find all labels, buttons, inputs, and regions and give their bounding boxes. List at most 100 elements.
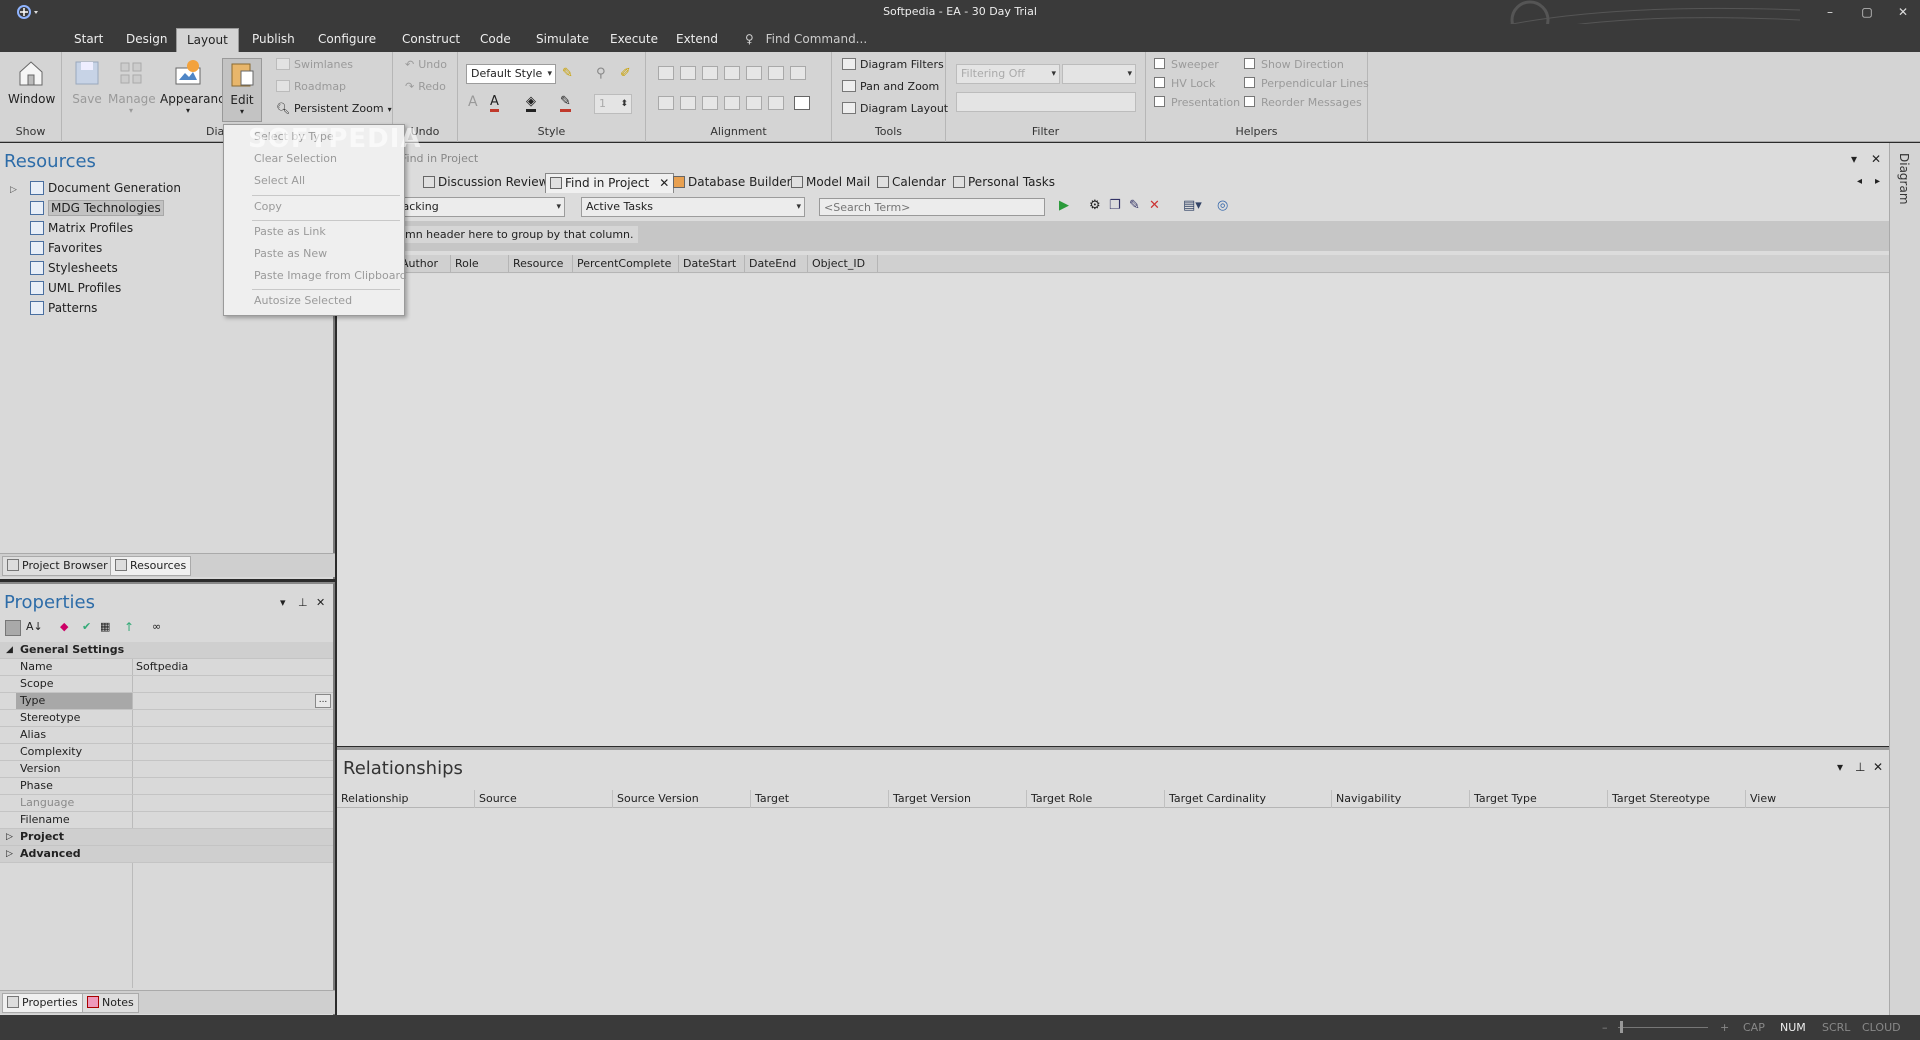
copy-icon[interactable]: ❐ bbox=[1109, 198, 1121, 213]
column-resource[interactable]: Resource bbox=[509, 255, 573, 273]
column-percent-complete[interactable]: PercentComplete bbox=[573, 255, 679, 273]
zoom-in-button[interactable]: + bbox=[1720, 1021, 1729, 1034]
tree-item-matrix-profiles[interactable]: Matrix Profiles bbox=[10, 219, 133, 237]
font-color-icon[interactable]: A bbox=[468, 94, 478, 110]
align-bottom-icon[interactable] bbox=[768, 66, 784, 80]
pin-icon[interactable]: ⊥ bbox=[1855, 760, 1865, 774]
tab-code[interactable]: Code bbox=[470, 28, 521, 52]
align-center-icon[interactable] bbox=[680, 66, 696, 80]
hv-lock-checkbox[interactable]: HV Lock bbox=[1154, 77, 1215, 95]
link-icon[interactable]: ∞ bbox=[152, 620, 168, 636]
ellipsis-button[interactable]: ... bbox=[315, 694, 331, 708]
menu-item-copy[interactable]: Copy bbox=[254, 197, 282, 217]
property-type[interactable]: Type... bbox=[0, 693, 333, 710]
find-command[interactable]: ♀ Find Command... bbox=[745, 28, 867, 50]
column-view[interactable]: View bbox=[1746, 790, 1846, 808]
menu-item-paste-as-new[interactable]: Paste as New bbox=[254, 244, 327, 264]
undo-button[interactable]: ↶ Undo bbox=[405, 58, 447, 76]
manage-button[interactable]: Manage ▾ bbox=[108, 58, 156, 115]
expand-icon[interactable]: ▷ bbox=[10, 181, 20, 199]
tab-layout[interactable]: Layout bbox=[176, 28, 239, 52]
run-search-icon[interactable]: ▶ bbox=[1059, 198, 1069, 213]
tab-execute[interactable]: Execute bbox=[600, 28, 668, 52]
categorized-icon[interactable] bbox=[5, 620, 21, 636]
help-icon[interactable]: ◎ bbox=[1217, 198, 1228, 213]
line-color-icon[interactable]: ✎ bbox=[560, 94, 571, 112]
same-height-icon[interactable] bbox=[724, 96, 740, 110]
column-target-stereotype[interactable]: Target Stereotype bbox=[1608, 790, 1746, 808]
tag-icon[interactable]: ◆ bbox=[60, 620, 76, 636]
property-filename[interactable]: Filename bbox=[0, 812, 333, 829]
distribute-icon[interactable] bbox=[702, 96, 718, 110]
tree-item-mdg-technologies[interactable]: MDG Technologies bbox=[10, 199, 164, 217]
window-button[interactable]: Window bbox=[8, 58, 55, 106]
tab-project-browser[interactable]: Project Browser bbox=[2, 556, 113, 576]
tab-model-mail[interactable]: Model Mail bbox=[791, 173, 870, 193]
close-icon[interactable]: ✕ bbox=[316, 596, 325, 609]
tab-discussion-review[interactable]: Discussion Review bbox=[423, 173, 548, 193]
text-color-icon[interactable]: A bbox=[490, 94, 499, 112]
tab-notes[interactable]: Notes bbox=[82, 993, 139, 1013]
scroll-left-icon[interactable]: ◂ bbox=[1857, 173, 1862, 193]
format-painter-icon[interactable]: ✎ bbox=[562, 66, 573, 81]
collapse-icon[interactable]: ◢ bbox=[6, 642, 13, 658]
edit-button[interactable]: Edit ▾ bbox=[222, 58, 262, 122]
column-relationship[interactable]: Relationship bbox=[337, 790, 475, 808]
diagram-dock-tab[interactable]: Diagram bbox=[1897, 153, 1911, 205]
panel-menu-icon[interactable]: ▾ bbox=[1837, 760, 1843, 774]
zoom-slider-handle[interactable] bbox=[1620, 1021, 1623, 1033]
perpendicular-lines-checkbox[interactable]: Perpendicular Lines bbox=[1244, 77, 1369, 95]
property-alias[interactable]: Alias bbox=[0, 727, 333, 744]
column-date-start[interactable]: DateStart bbox=[679, 255, 745, 273]
grid-icon[interactable] bbox=[794, 96, 810, 110]
tab-start[interactable]: Start bbox=[64, 28, 113, 52]
menu-item-paste-as-link[interactable]: Paste as Link bbox=[254, 222, 326, 242]
group-general-settings[interactable]: ◢ General Settings bbox=[0, 642, 333, 659]
column-target-role[interactable]: Target Role bbox=[1027, 790, 1165, 808]
tab-design[interactable]: Design bbox=[116, 28, 177, 52]
tree-item-patterns[interactable]: Patterns bbox=[10, 299, 97, 317]
search-name-select[interactable]: Active Tasks ▾ bbox=[581, 197, 805, 217]
close-button[interactable]: ✕ bbox=[1888, 2, 1918, 22]
style-select[interactable]: Default Style ▾ bbox=[466, 64, 556, 84]
diagram-filters-button[interactable]: Diagram Filters bbox=[842, 58, 944, 76]
column-target[interactable]: Target bbox=[751, 790, 889, 808]
persistent-zoom-button[interactable]: 🔍︎ Persistent Zoom ▾ bbox=[276, 102, 392, 120]
align-left-icon[interactable] bbox=[658, 66, 674, 80]
tab-configure[interactable]: Configure bbox=[308, 28, 386, 52]
column-role[interactable]: Role bbox=[451, 255, 509, 273]
same-width-icon[interactable] bbox=[746, 96, 762, 110]
panel-menu-icon[interactable]: ▾ bbox=[1851, 152, 1857, 166]
search-scope-select[interactable]: racking ▾ bbox=[393, 197, 565, 217]
tab-properties[interactable]: Properties bbox=[2, 993, 83, 1013]
zoom-slider[interactable] bbox=[1618, 1027, 1708, 1028]
align-right-icon[interactable] bbox=[702, 66, 718, 80]
options-icon[interactable]: ▤▾ bbox=[1183, 198, 1202, 213]
line-width-select[interactable]: 1 ⬍ bbox=[594, 94, 632, 114]
maximize-button[interactable]: ▢ bbox=[1852, 2, 1882, 22]
roadmap-button[interactable]: Roadmap bbox=[276, 80, 346, 98]
tree-item-favorites[interactable]: Favorites bbox=[10, 239, 102, 257]
property-complexity[interactable]: Complexity bbox=[0, 744, 333, 761]
appearance-button[interactable]: Appearance ▾ bbox=[160, 58, 232, 115]
column-target-version[interactable]: Target Version bbox=[889, 790, 1027, 808]
space-vertical-icon[interactable] bbox=[680, 96, 696, 110]
close-icon[interactable]: ✕ bbox=[659, 176, 669, 190]
column-object-id[interactable]: Object_ID bbox=[808, 255, 878, 273]
align-middle-icon[interactable] bbox=[746, 66, 762, 80]
minimize-button[interactable]: – bbox=[1815, 2, 1845, 22]
delete-icon[interactable]: ✕ bbox=[1149, 198, 1160, 213]
reorder-messages-checkbox[interactable]: Reorder Messages bbox=[1244, 96, 1362, 114]
tab-find-in-project[interactable]: Find in Project ✕ bbox=[545, 173, 675, 193]
table-icon[interactable]: ▦ bbox=[100, 620, 116, 636]
menu-item-select-all[interactable]: Select All bbox=[254, 171, 305, 191]
tab-simulate[interactable]: Simulate bbox=[526, 28, 599, 52]
eyedropper-icon[interactable]: ⚲ bbox=[596, 66, 606, 81]
menu-item-autosize-selected[interactable]: Autosize Selected bbox=[254, 291, 352, 311]
expand-icon[interactable]: ▷ bbox=[6, 846, 13, 862]
tab-database-builder[interactable]: Database Builder bbox=[673, 173, 792, 193]
results-grid[interactable] bbox=[337, 274, 1889, 746]
menu-item-paste-image[interactable]: Paste Image from Clipboard bbox=[254, 266, 407, 286]
column-source[interactable]: Source bbox=[475, 790, 613, 808]
property-language[interactable]: Language bbox=[0, 795, 333, 812]
